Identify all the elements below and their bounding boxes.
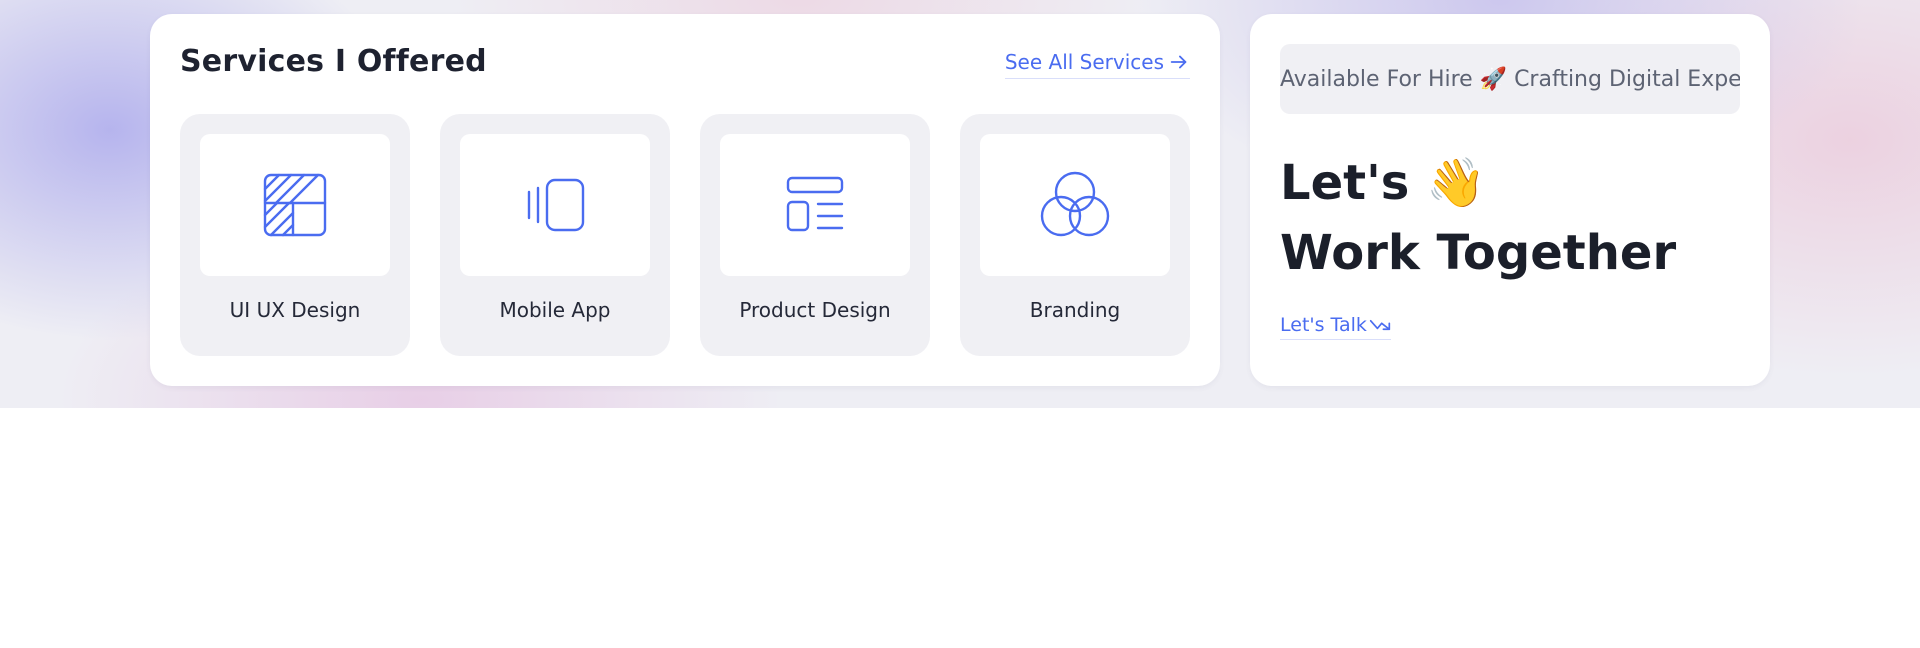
cta-headline: Let's 👋 Work Together <box>1280 148 1676 288</box>
three-circles-icon <box>1040 171 1110 237</box>
service-icon-box <box>460 134 650 276</box>
services-title: Services I Offered <box>180 44 487 79</box>
service-label: UI UX Design <box>229 298 361 322</box>
service-tile-branding[interactable]: Branding <box>960 114 1190 356</box>
see-all-services-label: See All Services <box>1004 50 1164 74</box>
service-tile-ui-ux-design[interactable]: UI UX Design <box>180 114 410 356</box>
service-tile-mobile-app[interactable]: Mobile App <box>440 114 670 356</box>
lets-talk-link[interactable]: Let's Talk <box>1280 314 1391 340</box>
mobile-app-icon <box>527 178 585 232</box>
product-layout-icon <box>786 176 844 232</box>
service-icon-box <box>200 134 390 276</box>
services-grid: UI UX Design Mobile App Product Design B… <box>180 114 1190 356</box>
arrow-right-icon <box>1170 55 1187 69</box>
headline-line-1: Let's 👋 <box>1280 155 1486 211</box>
headline-line-2: Work Together <box>1280 225 1677 281</box>
trend-arrow-icon <box>1369 319 1391 331</box>
service-tile-product-design[interactable]: Product Design <box>700 114 930 356</box>
service-icon-box <box>720 134 910 276</box>
service-icon-box <box>980 134 1170 276</box>
availability-marquee: Available For Hire 🚀 Crafting Digital Ex… <box>1280 44 1740 114</box>
lets-talk-label: Let's Talk <box>1280 314 1367 336</box>
contact-card: Available For Hire 🚀 Crafting Digital Ex… <box>1250 14 1770 386</box>
service-label: Branding <box>1029 298 1121 322</box>
services-card: Services I Offered See All Services UI U… <box>150 14 1220 386</box>
marquee-text: Available For Hire 🚀 Crafting Digital Ex… <box>1280 66 1740 92</box>
service-label: Mobile App <box>499 298 611 322</box>
see-all-services-link[interactable]: See All Services <box>1004 50 1190 79</box>
layout-hatched-icon <box>263 173 327 237</box>
service-label: Product Design <box>739 298 891 322</box>
